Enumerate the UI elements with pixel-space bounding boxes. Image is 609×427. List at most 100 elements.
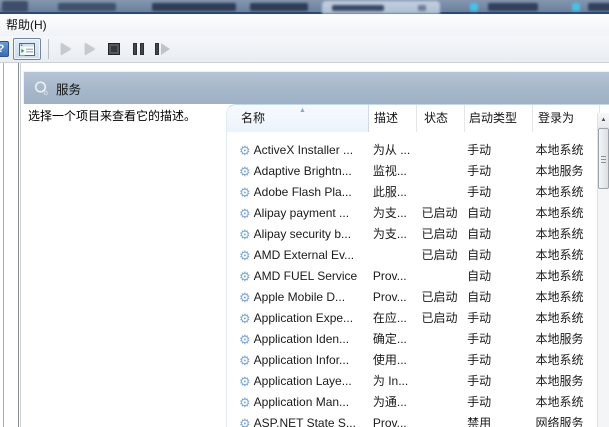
service-description-cell: 监视... xyxy=(368,161,416,182)
menu-help[interactable]: 帮助(H) xyxy=(0,15,53,36)
service-logon-as-cell: 本地系统 xyxy=(531,224,597,245)
service-name-text: ActiveX Installer ... xyxy=(254,140,353,161)
service-logon-as-cell: 网络服务 xyxy=(531,413,597,427)
menu-bar: 帮助(H) xyxy=(0,14,609,36)
service-logon-as-cell: 本地系统 xyxy=(531,182,597,203)
service-row[interactable]: ⚙ASP.NET State S...Prov...禁用网络服务 xyxy=(227,413,597,427)
service-status-cell xyxy=(415,161,463,182)
service-name-cell: ⚙Alipay payment ... xyxy=(227,203,368,224)
service-row[interactable]: ⚙AMD FUEL ServiceProv...自动本地系统 xyxy=(227,266,597,287)
service-logon-as-cell: 本地服务 xyxy=(531,161,597,182)
restart-service-button[interactable] xyxy=(150,38,174,60)
start-service-button[interactable] xyxy=(54,38,78,60)
service-logon-as-cell: 本地服务 xyxy=(531,329,597,350)
service-gear-icon: ⚙ xyxy=(239,333,251,346)
pause-service-button[interactable] xyxy=(126,38,150,60)
service-description-cell: Prov... xyxy=(368,413,416,427)
column-header-startup-type[interactable]: 启动类型 xyxy=(465,105,533,132)
background-tab-favicon xyxy=(470,3,478,11)
service-description-cell: 确定... xyxy=(368,329,416,350)
column-header-description[interactable]: 描述 xyxy=(369,105,417,132)
service-description-cell: 为支... xyxy=(368,203,416,224)
service-gear-icon: ⚙ xyxy=(239,375,251,388)
services-console-screenshot: 帮助(H) ? xyxy=(0,0,609,427)
service-row[interactable]: ⚙Adaptive Brightn...监视...手动本地服务 xyxy=(227,161,597,182)
pane-title: 服务 xyxy=(56,79,81,98)
service-status-cell xyxy=(415,371,463,392)
background-tab-favicon xyxy=(572,3,580,11)
service-row[interactable]: ⚙Alipay security b...为支...已启动自动本地系统 xyxy=(227,224,597,245)
background-tab xyxy=(58,3,116,11)
service-row[interactable]: ⚙Application Expe...在应...已启动手动本地系统 xyxy=(227,308,597,329)
services-magnifier-gear-icon xyxy=(33,80,51,98)
service-name-cell: ⚙AMD FUEL Service xyxy=(227,266,368,287)
service-row[interactable]: ⚙Application Infor...使用...手动本地系统 xyxy=(227,350,597,371)
description-hint-text: 选择一个项目来查看它的描述。 xyxy=(28,108,224,124)
service-row[interactable]: ⚙AMD External Ev...已启动自动本地系统 xyxy=(227,245,597,266)
stop-service-button[interactable] xyxy=(102,38,126,60)
service-name-cell: ⚙ActiveX Installer ... xyxy=(227,140,368,161)
pause-icon xyxy=(133,43,144,55)
service-logon-as-cell: 本地系统 xyxy=(531,350,597,371)
scrollbar-thumb[interactable] xyxy=(598,128,609,189)
services-title-band: 服务 xyxy=(23,71,609,104)
service-name-cell: ⚙Application Laye... xyxy=(227,371,368,392)
service-row[interactable]: ⚙Application Man...为通...手动本地系统 xyxy=(227,392,597,413)
service-logon-as-cell: 本地系统 xyxy=(531,308,597,329)
service-startup-type-cell: 自动 xyxy=(463,245,530,266)
service-description-cell: 使用... xyxy=(368,350,416,371)
toolbar: ? xyxy=(0,36,609,63)
column-header-logon-as[interactable]: 登录为 xyxy=(533,105,600,132)
service-logon-as-cell: 本地系统 xyxy=(531,140,597,161)
background-browser-tabbar xyxy=(0,0,609,14)
list-header-row: 名称 ▲ 描述 状态 启动类型 登录为 xyxy=(227,105,609,132)
service-status-cell xyxy=(415,392,463,413)
column-header-name[interactable]: 名称 ▲ xyxy=(227,105,369,132)
service-description-cell: 为从 ... xyxy=(368,140,416,161)
service-startup-type-cell: 自动 xyxy=(463,287,530,308)
service-description-cell xyxy=(368,245,416,266)
pane-divider[interactable] xyxy=(3,63,4,427)
column-header-status[interactable]: 状态 xyxy=(417,105,465,132)
service-logon-as-cell: 本地系统 xyxy=(531,203,597,224)
service-gear-icon: ⚙ xyxy=(239,165,251,178)
service-row[interactable]: ⚙Alipay payment ...为支...已启动自动本地系统 xyxy=(227,203,597,224)
service-logon-as-cell: 本地系统 xyxy=(531,287,597,308)
scroll-up-icon[interactable]: ▲ xyxy=(598,113,609,128)
service-name-cell: ⚙AMD External Ev... xyxy=(227,245,368,266)
service-startup-type-cell: 自动 xyxy=(463,203,530,224)
service-description-cell: 为 In... xyxy=(368,371,416,392)
service-row[interactable]: ⚙Application Iden...确定...手动本地服务 xyxy=(227,329,597,350)
services-list: 名称 ▲ 描述 状态 启动类型 登录为 ⚙ActiveX Installer .… xyxy=(226,104,609,427)
service-logon-as-cell: 本地服务 xyxy=(531,371,597,392)
help-button[interactable]: ? xyxy=(0,41,9,57)
service-name-text: Alipay security b... xyxy=(254,224,351,245)
service-startup-type-cell: 手动 xyxy=(463,182,530,203)
service-row[interactable]: ⚙Adobe Flash Pla...此服...手动本地系统 xyxy=(227,182,597,203)
service-startup-type-cell: 手动 xyxy=(463,371,530,392)
service-status-cell: 已启动 xyxy=(415,245,463,266)
service-name-text: Adobe Flash Pla... xyxy=(254,182,352,203)
service-row[interactable]: ⚙Application Laye...为 In...手动本地服务 xyxy=(227,371,597,392)
service-row[interactable]: ⚙ActiveX Installer ...为从 ... 手动本地系统 xyxy=(227,140,597,161)
service-name-text: Alipay payment ... xyxy=(254,203,349,224)
show-console-tree-button[interactable] xyxy=(13,38,41,60)
service-name-text: Application Infor... xyxy=(254,350,349,371)
service-name-text: AMD External Ev... xyxy=(254,245,354,266)
resume-service-button[interactable] xyxy=(78,38,102,60)
service-name-text: Application Laye... xyxy=(254,371,352,392)
service-name-cell: ⚙Apple Mobile D... xyxy=(227,287,368,308)
service-gear-icon: ⚙ xyxy=(239,291,251,304)
service-description-cell: 为通... xyxy=(368,392,416,413)
service-name-cell: ⚙Alipay security b... xyxy=(227,224,368,245)
stop-icon xyxy=(108,43,120,55)
vertical-scrollbar[interactable]: ▲ xyxy=(597,113,609,427)
sort-ascending-icon: ▲ xyxy=(299,107,306,114)
service-row[interactable]: ⚙Apple Mobile D...Prov...已启动自动本地系统 xyxy=(227,287,597,308)
service-gear-icon: ⚙ xyxy=(239,207,251,220)
service-status-cell xyxy=(415,413,463,427)
background-tab xyxy=(250,3,308,11)
service-startup-type-cell: 手动 xyxy=(463,140,530,161)
play-icon xyxy=(61,43,71,55)
service-status-cell: 已启动 xyxy=(415,224,463,245)
